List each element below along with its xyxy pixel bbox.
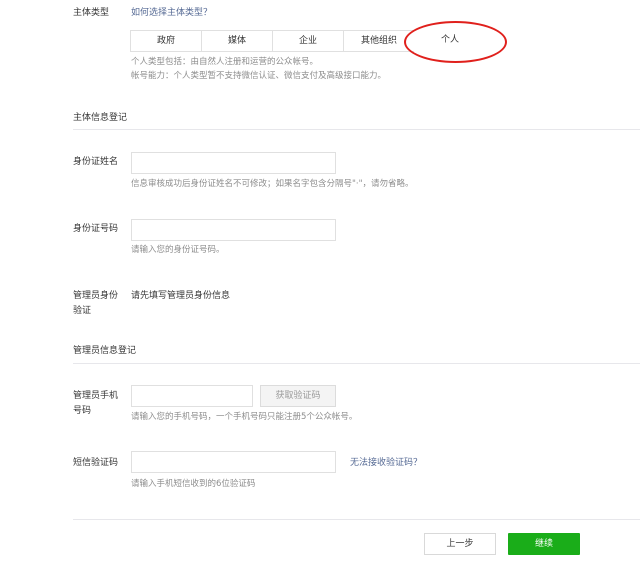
admin-verify-text: 请先填写管理员身份信息 bbox=[131, 291, 231, 301]
id-number-input[interactable] bbox=[131, 219, 336, 241]
admin-verify-label-line1: 管理员身份 bbox=[73, 291, 119, 301]
id-name-input[interactable] bbox=[131, 152, 336, 174]
subject-type-tip-2: 帐号能力：个人类型暂不支持微信认证、微信支付及高级接口能力。 bbox=[131, 71, 387, 81]
admin-verify-label-line2: 验证 bbox=[73, 306, 92, 316]
cannot-receive-code-link[interactable]: 无法接收验证码？ bbox=[350, 456, 422, 470]
subject-type-label: 主体类型 bbox=[73, 8, 110, 18]
subject-type-government[interactable]: 政府 bbox=[130, 30, 202, 52]
how-to-choose-link[interactable]: 如何选择主体类型？ bbox=[131, 6, 212, 20]
admin-phone-tip: 请输入您的手机号码，一个手机号码只能注册5个公众帐号。 bbox=[131, 412, 358, 422]
sms-code-label: 短信验证码 bbox=[73, 458, 119, 468]
admin-phone-label-line1: 管理员手机 bbox=[73, 391, 119, 401]
subject-type-tip-1: 个人类型包括：由自然人注册和运营的公众帐号。 bbox=[131, 57, 319, 67]
admin-phone-input[interactable] bbox=[131, 385, 253, 407]
id-name-tip: 信息审核成功后身份证姓名不可修改；如果名字包含分隔号"·"，请勿省略。 bbox=[131, 179, 414, 189]
divider bbox=[73, 129, 640, 130]
id-name-label: 身份证姓名 bbox=[73, 157, 119, 167]
sms-code-tip: 请输入手机短信收到的6位验证码 bbox=[131, 479, 256, 489]
subject-type-other-org[interactable]: 其他组织 bbox=[343, 30, 415, 52]
subject-type-enterprise[interactable]: 企业 bbox=[272, 30, 344, 52]
subject-type-media[interactable]: 媒体 bbox=[201, 30, 273, 52]
get-code-button[interactable]: 获取验证码 bbox=[260, 385, 336, 407]
divider bbox=[73, 519, 640, 520]
id-number-tip: 请输入您的身份证号码。 bbox=[131, 245, 225, 255]
admin-phone-label-line2: 号码 bbox=[73, 406, 92, 416]
continue-button[interactable]: 继续 bbox=[508, 533, 580, 555]
subject-info-title: 主体信息登记 bbox=[73, 113, 128, 123]
sms-code-input[interactable] bbox=[131, 451, 336, 473]
subject-type-selector: 政府 媒体 企业 其他组织 个人 bbox=[130, 30, 486, 52]
previous-step-button[interactable]: 上一步 bbox=[424, 533, 496, 555]
divider bbox=[73, 363, 640, 364]
id-number-label: 身份证号码 bbox=[73, 224, 119, 234]
subject-type-individual[interactable]: 个人 bbox=[414, 30, 486, 52]
admin-info-title: 管理员信息登记 bbox=[73, 346, 137, 356]
